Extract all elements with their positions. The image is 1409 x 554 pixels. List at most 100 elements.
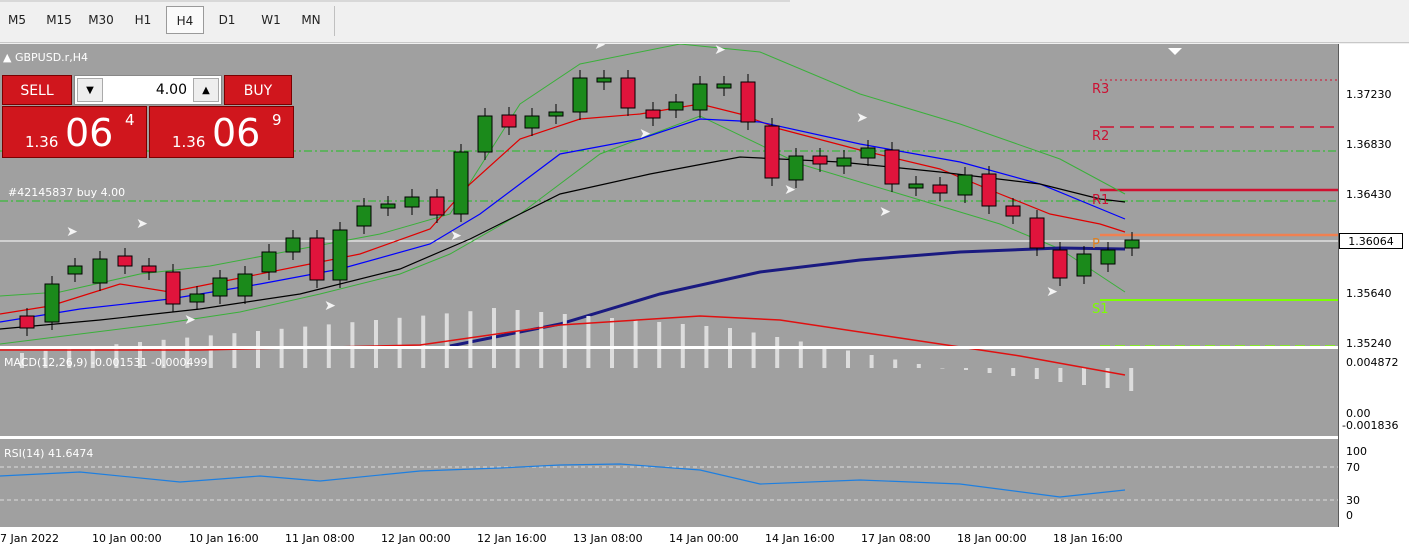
- candle-body: [117, 255, 133, 267]
- price-label: 1.35240: [1346, 337, 1392, 350]
- fractal-arrow-icon: ➤: [594, 44, 606, 53]
- macd-bar: [1082, 368, 1086, 385]
- panel-separator: [0, 436, 1338, 439]
- sell-price-small: 1.36: [25, 133, 59, 151]
- macd-bar: [893, 359, 898, 368]
- candle-body: [908, 183, 924, 189]
- tf-d1[interactable]: D1: [214, 6, 240, 34]
- buy-price-small: 1.36: [172, 133, 206, 151]
- macd-bar: [869, 355, 874, 368]
- candle-body: [453, 151, 469, 215]
- fractal-arrow-icon: ➤: [879, 204, 891, 220]
- macd-bar: [1034, 368, 1039, 379]
- candle-body: [261, 251, 277, 273]
- lot-size-stepper[interactable]: ▼ 4.00 ▲: [74, 75, 222, 105]
- candle-body: [740, 81, 756, 123]
- tf-mn[interactable]: MN: [296, 6, 326, 34]
- lot-increase-icon[interactable]: ▲: [193, 78, 219, 102]
- sell-button[interactable]: SELL: [2, 75, 72, 105]
- pivot-r2-label: R2: [1092, 129, 1110, 144]
- pivot-s1-label: S1: [1092, 302, 1109, 317]
- toolbar-top-line: [0, 0, 790, 2]
- rsi-axis-label: 70: [1346, 461, 1360, 474]
- candle-body: [44, 283, 60, 323]
- price-label: 1.36830: [1346, 138, 1392, 151]
- macd-bar: [468, 311, 473, 368]
- macd-bar: [987, 368, 992, 373]
- lot-decrease-icon[interactable]: ▼: [77, 78, 103, 102]
- fractal-arrow-icon: ➤: [324, 298, 336, 314]
- macd-bar: [397, 317, 402, 368]
- buy-button[interactable]: BUY: [224, 75, 292, 105]
- macd-bar: [1129, 368, 1134, 391]
- macd-bar: [232, 333, 237, 368]
- buy-price-big: 06: [212, 111, 261, 155]
- time-label: 17 Jan 08:00: [861, 532, 931, 545]
- candle-body: [572, 77, 588, 113]
- macd-title: MACD(12,26,9) -0.001531 -0.000499: [4, 356, 208, 369]
- macd-bar: [1011, 368, 1016, 376]
- buy-price-sup: 9: [272, 111, 282, 129]
- fractal-arrow-icon: ➤: [639, 126, 651, 142]
- macd-bar: [208, 335, 213, 368]
- candle-body: [380, 203, 396, 209]
- macd-bar: [846, 350, 850, 368]
- candle-body: [237, 273, 253, 297]
- macd-bar: [515, 310, 520, 368]
- candle-body: [141, 265, 157, 273]
- pivot-r1-label: R1: [1092, 193, 1110, 208]
- macd-bar: [657, 322, 662, 368]
- time-label: 13 Jan 08:00: [573, 532, 643, 545]
- macd-bar: [940, 368, 945, 369]
- macd-bar: [751, 332, 756, 368]
- rsi-axis-label: 30: [1346, 494, 1360, 507]
- fractal-arrow-icon: ➤: [784, 182, 796, 198]
- sell-price-big: 06: [65, 111, 114, 155]
- pivot-r3-label: R3: [1092, 82, 1110, 97]
- lot-size-input[interactable]: 4.00: [107, 76, 187, 104]
- tf-h4[interactable]: H4: [166, 6, 204, 34]
- current-price-tag: 1.36064: [1339, 233, 1403, 249]
- timeframe-toolbar: M5 M15 M30 H1 H4 D1 W1 MN: [0, 0, 1409, 43]
- buy-quote[interactable]: 1.36 06 9: [149, 106, 294, 158]
- candle-body: [1005, 205, 1021, 217]
- candle-body: [788, 155, 804, 181]
- candle-body: [932, 184, 948, 194]
- rsi-title: RSI(14) 41.6474: [4, 447, 94, 460]
- macd-bar: [374, 320, 378, 368]
- macd-bar: [421, 315, 426, 368]
- time-label: 12 Jan 00:00: [381, 532, 451, 545]
- sell-quote[interactable]: 1.36 06 4: [2, 106, 147, 158]
- candle-body: [884, 149, 900, 185]
- tf-h1[interactable]: H1: [130, 6, 156, 34]
- fractal-arrow-icon: ➤: [714, 44, 726, 58]
- candle-body: [332, 229, 348, 281]
- candle-body: [957, 174, 973, 196]
- candle-body: [165, 271, 181, 305]
- candle-body: [764, 125, 780, 179]
- candle-body: [1052, 249, 1068, 279]
- tf-m15[interactable]: M15: [42, 6, 76, 34]
- tf-m30[interactable]: M30: [84, 6, 118, 34]
- time-label: 7 Jan 2022: [0, 532, 59, 545]
- candle-body: [429, 196, 445, 216]
- price-label: 1.36430: [1346, 188, 1392, 201]
- candle-body: [1076, 253, 1092, 277]
- candle-body: [212, 277, 228, 297]
- candle-body: [92, 258, 108, 284]
- tf-m5[interactable]: M5: [4, 6, 30, 34]
- candle-body: [309, 237, 325, 281]
- fractal-arrow-icon: ➤: [1046, 284, 1058, 300]
- fractal-arrow-icon: ➤: [136, 216, 148, 232]
- chart-symbol-title: ▲ GBPUSD.r,H4: [3, 51, 88, 64]
- pivot-p-label: P: [1092, 237, 1100, 252]
- macd-bar: [964, 368, 968, 370]
- candle-body: [716, 83, 732, 89]
- fractal-arrow-icon: ➤: [66, 224, 78, 240]
- tf-w1[interactable]: W1: [256, 6, 286, 34]
- time-label: 11 Jan 08:00: [285, 532, 355, 545]
- price-label: 1.35640: [1346, 287, 1392, 300]
- macd-axis-label: 0.004872: [1346, 356, 1399, 369]
- chart-shift-icon: [1168, 48, 1182, 55]
- macd-bar: [822, 346, 827, 368]
